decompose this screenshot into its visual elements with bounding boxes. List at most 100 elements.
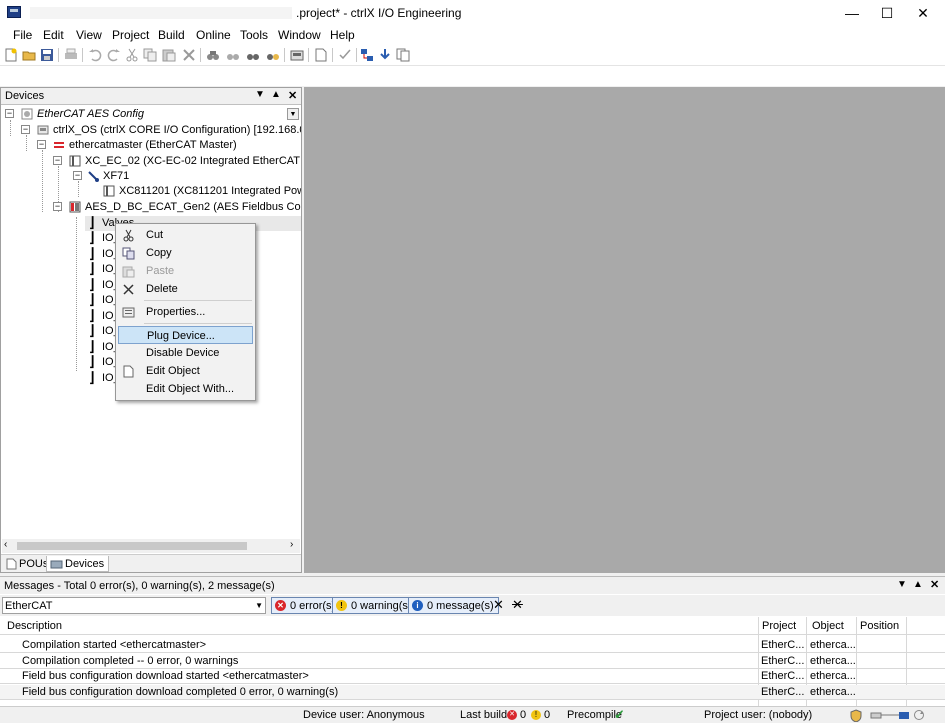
tree-node-xc811201[interactable]: XC811201 (XC811201 Integrated Power feed	[89, 184, 301, 199]
minimize-icon: —	[845, 5, 859, 21]
collapse-icon[interactable]: −	[53, 202, 62, 211]
toolbar	[0, 44, 945, 66]
clear-all-icon[interactable]: ✕	[512, 597, 523, 613]
new-object-icon[interactable]	[314, 48, 328, 62]
print-icon[interactable]	[64, 48, 78, 62]
menu-view[interactable]: View	[76, 28, 102, 42]
devices-tabs: POUs Devices	[1, 554, 301, 572]
chevron-down-icon: ▼	[255, 601, 263, 610]
table-row[interactable]: Compilation completed -- 0 error, 0 warn…	[0, 654, 945, 669]
messages-filter-button[interactable]: i 0 message(s)	[408, 597, 499, 614]
edit-object-icon	[123, 365, 134, 378]
menu-online[interactable]: Online	[196, 28, 231, 42]
copy-icon[interactable]	[143, 48, 157, 62]
io-icon: ⌋	[89, 353, 95, 369]
shield-icon[interactable]	[850, 709, 862, 722]
replace-icon[interactable]	[266, 48, 280, 62]
scroll-right-icon[interactable]: ›	[290, 539, 293, 550]
io-icon: ⌋	[89, 291, 95, 307]
menu-item-disable-device[interactable]: Disable Device	[118, 344, 253, 362]
menu-help[interactable]: Help	[330, 28, 355, 42]
menu-tools[interactable]: Tools	[240, 28, 268, 42]
tab-pous[interactable]: POUs	[3, 556, 52, 572]
pages-icon[interactable]	[396, 48, 410, 62]
open-folder-icon[interactable]	[22, 48, 36, 62]
menu-file[interactable]: File	[13, 28, 32, 42]
paste-icon[interactable]	[162, 48, 176, 62]
menu-bar: File Edit View Project Build Online Tool…	[0, 26, 945, 44]
redo-icon[interactable]	[107, 48, 121, 62]
check-icon[interactable]	[338, 48, 352, 62]
message-source-select[interactable]: EtherCAT ▼	[2, 597, 266, 614]
table-row[interactable]: Field bus configuration download started…	[0, 669, 945, 684]
find-next-icon[interactable]	[226, 48, 240, 62]
menu-item-delete[interactable]: Delete	[118, 280, 253, 298]
close-button[interactable]: ✕	[900, 0, 945, 26]
ethercat-master-icon	[54, 142, 64, 148]
network-icon[interactable]	[360, 48, 374, 62]
menu-build[interactable]: Build	[158, 28, 185, 42]
menu-item-edit-object-with[interactable]: Edit Object With...	[118, 380, 253, 398]
tree-dropdown-button[interactable]: ▼	[287, 108, 299, 120]
collapse-icon[interactable]: −	[53, 156, 62, 165]
collapse-icon[interactable]: −	[21, 125, 30, 134]
title-obscured	[30, 7, 292, 19]
find-prev-icon[interactable]	[246, 48, 260, 62]
save-icon[interactable]	[40, 48, 54, 62]
project-icon	[21, 108, 33, 120]
download-icon[interactable]	[378, 48, 392, 62]
tab-devices[interactable]: Devices	[46, 556, 110, 572]
scissors-icon	[123, 229, 134, 242]
menu-item-plug-device[interactable]: Plug Device...	[118, 326, 253, 344]
pin-icon[interactable]: ▲	[271, 89, 281, 100]
menu-item-cut[interactable]: Cut	[118, 226, 253, 244]
refresh-icon[interactable]	[913, 709, 925, 721]
tree-node-aes-coupler[interactable]: − AES_D_BC_ECAT_Gen2 (AES Fieldbus Coupl…	[53, 200, 301, 215]
checkmark-icon: ✓	[614, 707, 625, 722]
collapse-icon[interactable]: −	[37, 140, 46, 149]
new-file-icon[interactable]	[4, 48, 18, 62]
tree-node-ctrlx-os[interactable]: − ctrlX_OS (ctrlX CORE I/O Configuration…	[21, 123, 301, 138]
menu-item-paste[interactable]: Paste	[118, 262, 253, 280]
tree-node-xf71[interactable]: − XF71	[73, 169, 301, 184]
pane-dropdown-icon[interactable]: ▼	[255, 89, 265, 100]
build-icon[interactable]	[290, 48, 304, 62]
pane-close-icon[interactable]: ✕	[288, 89, 297, 102]
table-row[interactable]: Field bus configuration download complet…	[0, 685, 945, 700]
warnings-filter-button[interactable]: ! 0 warning(s)	[332, 597, 417, 614]
module-icon	[69, 155, 81, 167]
tree-node-xc-ec-02[interactable]: − XC_EC_02 (XC-EC-02 Integrated EtherCAT…	[53, 154, 301, 169]
pane-dropdown-icon[interactable]: ▼	[897, 579, 907, 590]
scroll-left-icon[interactable]: ‹	[4, 539, 7, 550]
editor-area	[304, 87, 945, 573]
table-row[interactable]: Compilation started <ethercatmaster> Eth…	[0, 638, 945, 653]
tree-node-root[interactable]: − EtherCAT AES Config	[5, 107, 285, 122]
menu-window[interactable]: Window	[278, 28, 321, 42]
properties-icon	[122, 307, 135, 318]
errors-filter-button[interactable]: ✕ 0 error(s)	[271, 597, 341, 614]
tree-node-ethercatmaster[interactable]: − ethercatmaster (EtherCAT Master)	[37, 138, 301, 153]
undo-icon[interactable]	[88, 48, 102, 62]
menu-item-edit-object[interactable]: Edit Object	[118, 362, 253, 380]
menu-item-copy[interactable]: Copy	[118, 244, 253, 262]
horizontal-scrollbar[interactable]: ‹ ›	[2, 539, 300, 553]
delete-icon[interactable]	[182, 48, 196, 62]
pin-icon[interactable]: ▲	[913, 579, 923, 590]
collapse-icon[interactable]: −	[73, 171, 82, 180]
find-icon[interactable]	[206, 48, 220, 62]
messages-filter-bar: EtherCAT ▼ ✕ 0 error(s) ! 0 warning(s) i…	[0, 595, 945, 616]
collapse-icon[interactable]: −	[5, 109, 14, 118]
pane-close-icon[interactable]: ✕	[930, 578, 939, 591]
warning-icon: !	[336, 600, 347, 611]
copy-icon	[122, 247, 135, 260]
io-icon: ⌋	[89, 229, 95, 245]
clear-messages-icon[interactable]: ✕	[493, 597, 504, 613]
coupler-icon	[69, 201, 81, 213]
menu-item-properties[interactable]: Properties...	[118, 303, 253, 321]
menu-project[interactable]: Project	[112, 28, 149, 42]
delete-icon	[123, 284, 134, 295]
menu-edit[interactable]: Edit	[43, 28, 64, 42]
cut-icon[interactable]	[125, 48, 139, 62]
connection-icon[interactable]	[870, 710, 910, 721]
scrollbar-thumb[interactable]	[17, 542, 247, 550]
